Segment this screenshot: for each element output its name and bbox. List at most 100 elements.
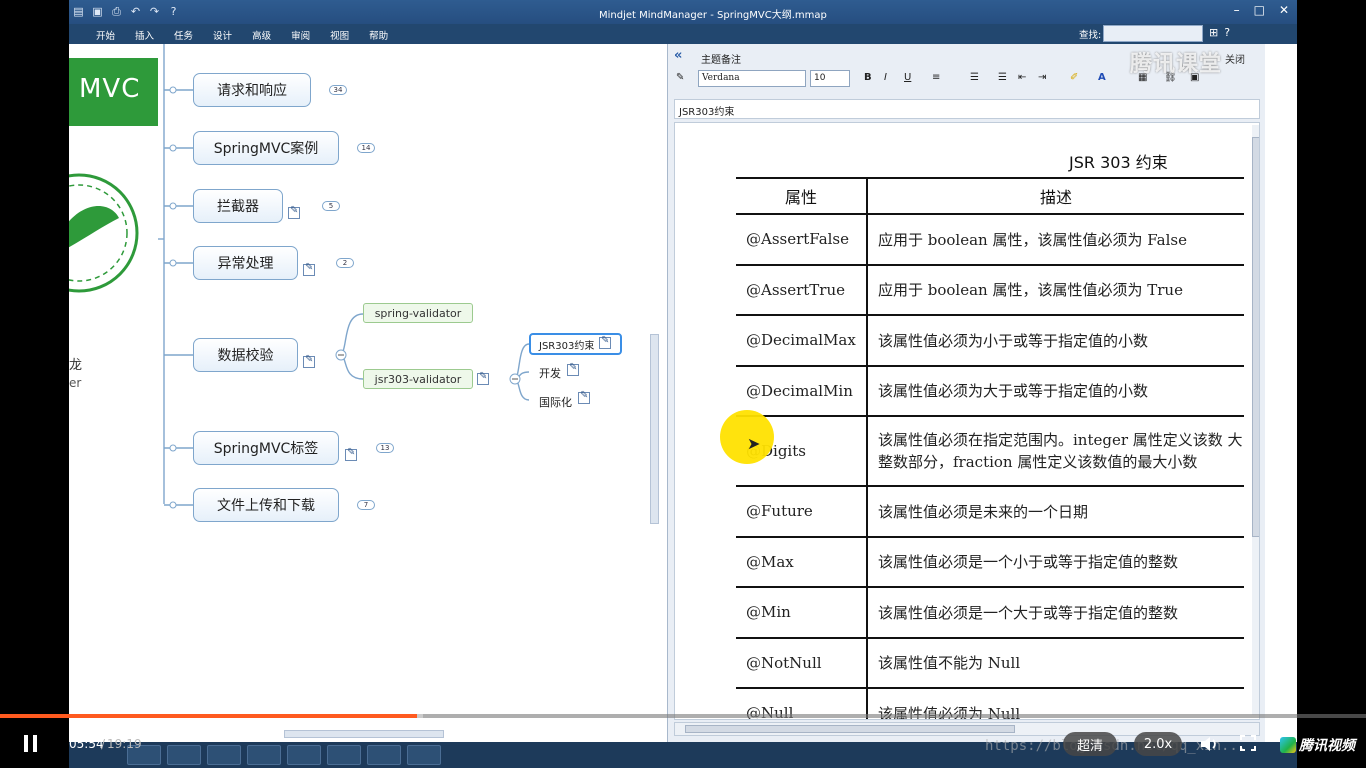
tab-review[interactable]: 审阅 xyxy=(281,28,320,42)
layout-icon[interactable]: ⊞ xyxy=(1209,26,1218,39)
indent-icon[interactable]: ⇥ xyxy=(1038,72,1046,83)
numbered-list-icon[interactable]: ☰ xyxy=(970,72,979,83)
table-row: @Digits 该属性值必须在指定范围内。integer 属性定义该数 大整数部… xyxy=(736,416,1244,487)
undo-icon[interactable]: ↶ xyxy=(128,4,143,19)
tab-home[interactable]: 开始 xyxy=(86,28,125,42)
font-size-select[interactable]: 10 xyxy=(810,70,850,87)
taskbar-app-button[interactable] xyxy=(207,745,241,765)
window-controls: – □ ✕ xyxy=(1234,3,1289,17)
description-cell: 该属性值必须为小于或等于指定值的小数 xyxy=(867,315,1244,367)
tab-help[interactable]: 帮助 xyxy=(359,28,398,42)
leaf-i18n[interactable]: 国际化 xyxy=(539,394,572,410)
note-icon[interactable] xyxy=(303,262,315,276)
topic-exception-handling[interactable]: 异常处理 xyxy=(193,246,298,280)
doc-vertical-scrollbar[interactable] xyxy=(1252,125,1259,715)
volume-icon[interactable] xyxy=(1198,733,1220,755)
doc-title: JSR 303 约束 xyxy=(1069,153,1168,172)
topic-interceptor[interactable]: 拦截器 xyxy=(193,189,283,223)
attribute-cell: @AssertFalse xyxy=(736,214,868,266)
note-icon[interactable] xyxy=(345,447,357,461)
speed-button[interactable]: 2.0x xyxy=(1134,732,1182,756)
taskbar-app-button[interactable] xyxy=(167,745,201,765)
pause-button[interactable] xyxy=(22,735,40,753)
help-circle-icon[interactable]: ? xyxy=(1224,26,1230,39)
table-row: @DecimalMax 该属性值必须为小于或等于指定值的小数 xyxy=(736,315,1244,367)
map-vertical-scrollbar[interactable] xyxy=(650,334,659,524)
close-icon[interactable]: ✕ xyxy=(1279,3,1289,17)
scroll-thumb[interactable] xyxy=(1252,137,1259,537)
topic-count-badge: 2 xyxy=(336,258,354,268)
topic-file-upload-download[interactable]: 文件上传和下载 xyxy=(193,488,339,522)
taskbar-app-button[interactable] xyxy=(247,745,281,765)
attribute-cell: @DecimalMin xyxy=(736,365,868,417)
folder-icon[interactable]: ▤ xyxy=(71,4,86,19)
topic-count-badge: 14 xyxy=(357,143,375,153)
tab-task[interactable]: 任务 xyxy=(164,28,203,42)
taskbar-app-button[interactable] xyxy=(407,745,441,765)
description-cell: 应用于 boolean 属性，该属性值必须为 True xyxy=(867,264,1244,316)
help-icon[interactable]: ? xyxy=(166,4,181,19)
leaf-develop[interactable]: 开发 xyxy=(539,365,561,381)
topic-count-badge: 13 xyxy=(376,443,394,453)
save-icon[interactable]: ▣ xyxy=(90,4,105,19)
highlight-icon[interactable]: ✐ xyxy=(1070,72,1078,83)
note-subject[interactable]: JSR303约束 xyxy=(674,99,1260,119)
tab-view[interactable]: 视图 xyxy=(320,28,359,42)
attribute-cell: @AssertTrue xyxy=(736,264,868,316)
taskbar-app-button[interactable] xyxy=(367,745,401,765)
topic-request-response[interactable]: 请求和响应 xyxy=(193,73,311,107)
tab-advanced[interactable]: 高级 xyxy=(242,28,281,42)
note-icon[interactable] xyxy=(567,362,579,376)
tencent-video-icon xyxy=(1280,737,1296,753)
taskbar-app-button[interactable] xyxy=(287,745,321,765)
mind-map-canvas[interactable]: MVC 龙 er 请求和响应 34 SpringMVC案例 14 拦截器 ✎ 5… xyxy=(69,44,659,738)
subtopic-jsr303-validator[interactable]: jsr303-validator xyxy=(363,369,473,389)
description-cell: 该属性值必须是未来的一个日期 xyxy=(867,486,1244,538)
redo-icon[interactable]: ↷ xyxy=(147,4,162,19)
bold-icon[interactable]: B xyxy=(864,72,872,83)
map-horizontal-scrollbar[interactable] xyxy=(284,730,444,738)
outdent-icon[interactable]: ⇤ xyxy=(1018,72,1026,83)
topic-springmvc-example[interactable]: SpringMVC案例 xyxy=(193,131,339,165)
find-label: 查找: xyxy=(1079,30,1102,41)
attribute-cell: @NotNull xyxy=(736,637,868,689)
print-icon[interactable]: ⎙ xyxy=(109,4,124,19)
description-cell: 该属性值必须是一个小于或等于指定值的整数 xyxy=(867,536,1244,588)
topic-data-validation[interactable]: 数据校验 xyxy=(193,338,298,372)
attribute-cell: @Max xyxy=(736,536,868,588)
scroll-thumb[interactable] xyxy=(685,725,1015,733)
tab-design[interactable]: 设计 xyxy=(203,28,242,42)
note-icon[interactable] xyxy=(477,371,489,385)
topic-count-badge: 34 xyxy=(329,85,347,95)
collapse-chevron-icon[interactable]: « xyxy=(674,48,682,63)
note-icon[interactable] xyxy=(578,390,590,404)
maximize-icon[interactable]: □ xyxy=(1254,3,1265,17)
find-input[interactable] xyxy=(1103,25,1203,42)
italic-icon[interactable]: I xyxy=(884,72,887,83)
tab-insert[interactable]: 插入 xyxy=(125,28,164,42)
note-icon[interactable] xyxy=(288,205,300,219)
total-time: 19:19 xyxy=(107,737,142,751)
table-row: @Max 该属性值必须是一个小于或等于指定值的整数 xyxy=(736,536,1244,588)
topic-count-badge: 5 xyxy=(322,201,340,211)
font-family-select[interactable]: Verdana xyxy=(698,70,806,87)
minimize-icon[interactable]: – xyxy=(1234,3,1240,17)
topic-springmvc-tags[interactable]: SpringMVC标签 xyxy=(193,431,339,465)
align-icon[interactable]: ≡ xyxy=(932,72,940,83)
subtopic-spring-validator[interactable]: spring-validator xyxy=(363,303,473,323)
note-icon[interactable] xyxy=(303,354,315,368)
mouse-pointer-icon: ➤ xyxy=(747,434,761,453)
fullscreen-icon[interactable] xyxy=(1240,735,1256,751)
underline-icon[interactable]: U xyxy=(904,72,911,83)
note-icon[interactable] xyxy=(599,335,611,349)
taskbar-app-button[interactable] xyxy=(327,745,361,765)
font-color-icon[interactable]: A xyxy=(1098,72,1106,83)
close-notes-button[interactable]: 关闭 xyxy=(1225,51,1245,66)
table-header-row: 属性 描述 xyxy=(736,177,1244,215)
ribbon-tabs: 开始 插入 任务 设计 高级 审阅 视图 帮助 查找: ⊞ ? xyxy=(69,24,1297,44)
progress-bar[interactable] xyxy=(0,714,1366,718)
brush-icon[interactable]: ✎ xyxy=(676,72,684,83)
bullet-list-icon[interactable]: ☰ xyxy=(998,72,1007,83)
mindmanager-window: ▤ ▣ ⎙ ↶ ↷ ? Mindjet MindManager - Spring… xyxy=(69,0,1297,742)
quality-button[interactable]: 超清 xyxy=(1063,732,1117,756)
